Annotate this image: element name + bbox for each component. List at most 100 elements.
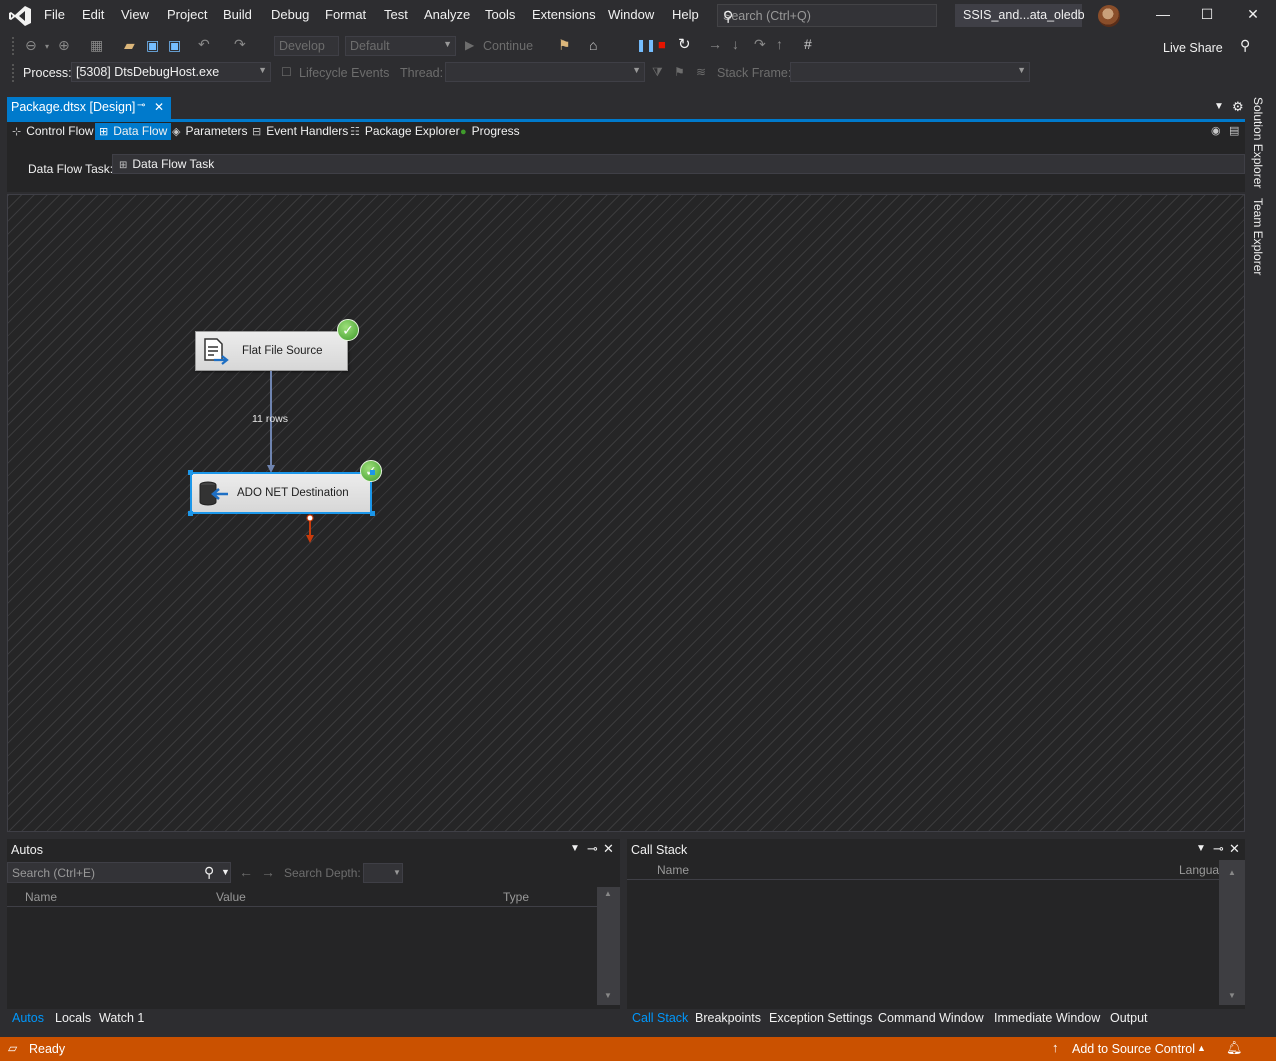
platform-combo[interactable]: Default ▼ [345, 36, 456, 56]
selection-handle[interactable] [370, 470, 375, 475]
team-explorer-side-tab[interactable]: Team Explorer [1251, 198, 1265, 275]
toolbar-grip[interactable] [12, 64, 16, 82]
ado-net-destination-component[interactable]: ADO NET Destination [191, 473, 371, 513]
pin-icon[interactable]: ⊸ [1213, 841, 1224, 857]
autos-scrollbar[interactable]: ▲ ▼ [597, 887, 620, 1005]
save-icon[interactable]: ▣ [146, 37, 159, 54]
selection-handle[interactable] [188, 511, 193, 516]
column-header-type[interactable]: Type [503, 890, 529, 904]
close-panel-icon[interactable]: ✕ [1229, 841, 1240, 857]
new-project-icon[interactable]: ▦ [90, 37, 103, 54]
tab-locals[interactable]: Locals [55, 1011, 91, 1025]
menu-extensions[interactable]: Extensions [532, 7, 596, 22]
search-icon[interactable]: ⚲ [204, 864, 214, 881]
tab-exception-settings[interactable]: Exception Settings [769, 1011, 873, 1025]
pin-icon[interactable]: ⊸ [587, 841, 598, 857]
menu-build[interactable]: Build [223, 7, 252, 22]
tab-call-stack[interactable]: Call Stack [632, 1011, 688, 1025]
notification-bell-icon[interactable]: 🔔︎ [1226, 1040, 1243, 1056]
tab-immediate-window[interactable]: Immediate Window [994, 1011, 1100, 1025]
error-output-arrow[interactable] [303, 513, 317, 545]
undo-icon[interactable]: ↶ [198, 36, 210, 53]
tab-control-flow[interactable]: ⊹ Control Flow [8, 123, 98, 140]
chevron-up-icon[interactable]: ▲ [1197, 1043, 1206, 1053]
add-to-source-control-button[interactable]: Add to Source Control [1072, 1042, 1195, 1056]
scroll-down-icon[interactable]: ▼ [604, 991, 612, 1000]
process-combo[interactable]: [5308] DtsDebugHost.exe ▼ [71, 62, 271, 82]
close-window-icon[interactable]: ✕ [1243, 6, 1263, 26]
column-header-name[interactable]: Name [657, 863, 689, 877]
panel-menu-chevron-icon[interactable]: ▼ [570, 843, 580, 854]
menu-help[interactable]: Help [672, 7, 699, 22]
thread-combo[interactable]: ▼ [445, 62, 645, 82]
menu-format[interactable]: Format [325, 7, 366, 22]
hex-display-icon[interactable]: # [804, 36, 812, 52]
solution-name-badge[interactable]: SSIS_and...ata_oledb [955, 4, 1085, 27]
autos-search-input[interactable]: Search (Ctrl+E) ⚲ ▼ [7, 862, 231, 883]
search-depth-combo[interactable]: ▼ [363, 863, 403, 883]
tab-overflow-chevron-icon[interactable]: ▼ [1214, 101, 1224, 112]
panel-menu-chevron-icon[interactable]: ▼ [1196, 843, 1206, 854]
document-tab[interactable]: Package.dtsx [Design] ⊸ ✕ [7, 97, 171, 119]
scroll-down-icon[interactable]: ▼ [1228, 991, 1236, 1000]
menu-view[interactable]: View [121, 7, 149, 22]
threads-icon[interactable]: ≋ [696, 65, 706, 79]
selection-handle[interactable] [370, 511, 375, 516]
data-flow-design-canvas[interactable]: Flat File Source ✓ 11 rows ADO NET Desti… [7, 194, 1245, 832]
filter-icon[interactable]: ⧩ [652, 65, 663, 80]
feedback-icon[interactable]: ⚲ [1240, 37, 1250, 54]
minimize-icon[interactable]: — [1153, 6, 1173, 26]
show-next-statement-icon[interactable]: → [708, 36, 722, 52]
tab-package-explorer[interactable]: ☷ Package Explorer [346, 123, 464, 140]
flag-thread-icon[interactable]: ⚑ [674, 65, 685, 79]
call-stack-scrollbar[interactable]: ▲ ▼ [1219, 860, 1245, 1005]
close-tab-icon[interactable]: ✕ [154, 100, 164, 114]
menu-window[interactable]: Window [608, 7, 654, 22]
maximize-icon[interactable]: ☐ [1197, 6, 1217, 26]
zoom-icon[interactable]: ◉ [1211, 124, 1221, 137]
tab-data-flow[interactable]: ⊞ Data Flow [95, 123, 172, 140]
chevron-down-icon[interactable]: ▾ [45, 42, 49, 51]
tab-event-handlers[interactable]: ⊟ Event Handlers [248, 123, 352, 140]
search-back-icon[interactable]: ← [239, 864, 253, 880]
tab-progress[interactable]: ● Progress [456, 123, 524, 140]
scroll-up-icon[interactable]: ▲ [1228, 868, 1236, 877]
step-out-icon[interactable]: ↑ [776, 36, 783, 52]
menu-project[interactable]: Project [167, 7, 207, 22]
attach-icon[interactable]: ⚑ [558, 37, 571, 54]
stack-frame-combo[interactable]: ▼ [790, 62, 1030, 82]
restart-icon[interactable]: ↻ [678, 35, 691, 53]
menu-analyze[interactable]: Analyze [424, 7, 470, 22]
chevron-down-icon[interactable]: ▼ [221, 867, 230, 877]
tab-autos[interactable]: Autos [12, 1011, 44, 1025]
variables-icon[interactable]: ▤ [1229, 124, 1239, 137]
search-input[interactable]: Search (Ctrl+Q) ⚲ [717, 4, 937, 27]
selection-handle[interactable] [188, 470, 193, 475]
save-all-icon[interactable]: ▣ [168, 37, 181, 54]
flat-file-source-component[interactable]: Flat File Source [195, 331, 348, 371]
pin-icon[interactable]: ⊸ [137, 100, 145, 111]
menu-edit[interactable]: Edit [82, 7, 104, 22]
menu-file[interactable]: File [44, 7, 65, 22]
tab-watch-1[interactable]: Watch 1 [99, 1011, 144, 1025]
browser-icon[interactable]: ⌂ [589, 37, 597, 53]
step-into-icon[interactable]: ↓ [732, 36, 739, 52]
tab-output[interactable]: Output [1110, 1011, 1148, 1025]
search-forward-icon[interactable]: → [261, 864, 275, 880]
continue-button[interactable]: Continue [483, 39, 533, 53]
stop-icon[interactable]: ■ [658, 37, 666, 52]
scroll-up-icon[interactable]: ▲ [604, 889, 612, 898]
column-header-value[interactable]: Value [216, 890, 246, 904]
close-panel-icon[interactable]: ✕ [603, 841, 614, 857]
menu-tools[interactable]: Tools [485, 7, 515, 22]
pause-icon[interactable]: ❚❚ [636, 38, 656, 52]
open-folder-icon[interactable]: ▰ [124, 37, 135, 54]
menu-debug[interactable]: Debug [271, 7, 309, 22]
step-over-icon[interactable]: ↷ [754, 36, 766, 53]
solution-explorer-side-tab[interactable]: Solution Explorer [1251, 97, 1265, 188]
tab-breakpoints[interactable]: Breakpoints [695, 1011, 761, 1025]
menu-test[interactable]: Test [384, 7, 408, 22]
column-header-name[interactable]: Name [25, 890, 57, 904]
live-share-button[interactable]: Live Share [1163, 41, 1223, 55]
column-header-language[interactable]: Langua [1179, 863, 1219, 877]
